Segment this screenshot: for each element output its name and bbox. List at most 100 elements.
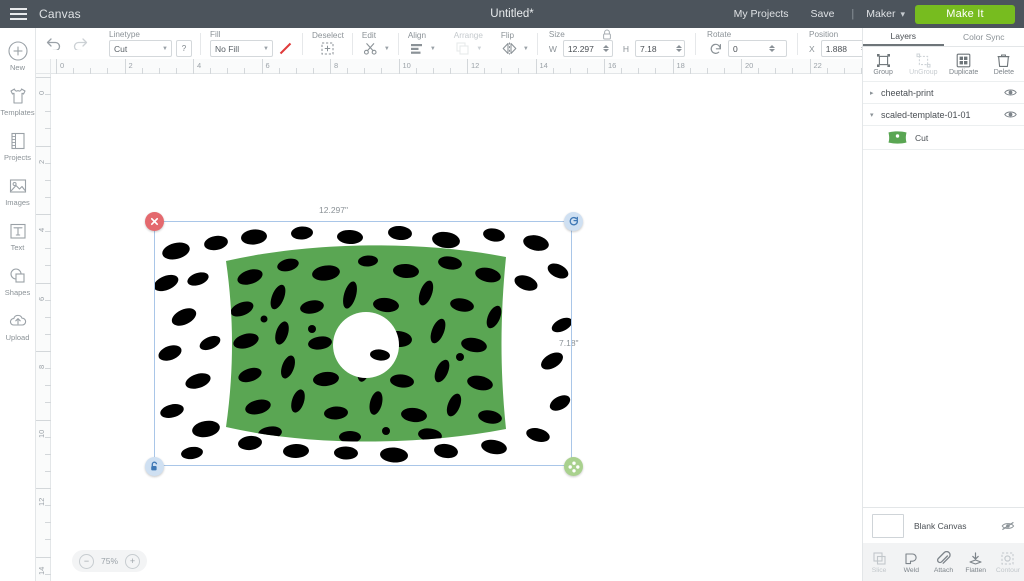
redo-arrow-icon[interactable] [72, 37, 88, 50]
linetype-help-icon[interactable]: ? [176, 40, 192, 57]
deselect-label: Deselect [312, 30, 344, 40]
hamburger-menu-icon[interactable] [0, 0, 36, 28]
ruler-corner [36, 59, 51, 74]
my-projects-link[interactable]: My Projects [723, 8, 800, 20]
selection-frame[interactable] [145, 212, 583, 476]
ruler-label: 2 [128, 61, 133, 70]
zoom-out-button[interactable]: − [79, 553, 94, 569]
bottom-tools: Slice Weld Attach Flatten Contour [863, 543, 1024, 581]
ruler-tick [36, 419, 51, 421]
sidebar-label-text: Text [10, 243, 25, 252]
machine-name: Maker [866, 8, 896, 20]
layer-twisty-icon[interactable]: ▾ [870, 111, 881, 119]
sidebar-item-templates[interactable]: Templates [0, 79, 35, 124]
sidebar-item-new[interactable]: New [0, 34, 35, 79]
size-lock-icon[interactable] [601, 29, 613, 40]
cut-layer-chip [887, 131, 908, 144]
undo-redo-group [36, 28, 100, 59]
rotate-stepper[interactable] [767, 45, 776, 52]
layer-name: cheetah-print [881, 87, 934, 98]
sidebar-item-projects[interactable]: Projects [0, 124, 35, 169]
flip-icon[interactable] [501, 41, 518, 57]
layer-twisty-icon[interactable]: ▸ [870, 89, 881, 97]
zoom-in-button[interactable]: + [125, 553, 141, 569]
width-stepper[interactable] [602, 45, 611, 52]
duplicate-button[interactable]: Duplicate [944, 47, 984, 81]
size-label: Size [548, 30, 565, 39]
machine-selector[interactable]: Maker ▾ [860, 8, 915, 20]
fill-select[interactable]: No Fill ▼ [210, 40, 273, 57]
rotate-field[interactable] [728, 40, 788, 57]
chevron-down-icon: ▼ [263, 45, 269, 52]
shapes-icon [9, 268, 25, 283]
ruler-tick [604, 59, 605, 74]
ruler-label: 4 [197, 61, 202, 70]
width-input[interactable] [567, 43, 602, 54]
ruler-label: 16 [608, 61, 617, 70]
rotate-icon[interactable] [707, 41, 724, 57]
position-x-input[interactable] [825, 43, 860, 54]
height-label: H [622, 43, 630, 54]
duplicate-icon [956, 53, 971, 67]
layer-row-cheetah-print[interactable]: ▸ cheetah-print [863, 82, 1024, 104]
delete-button[interactable]: Delete [984, 47, 1024, 81]
height-field[interactable] [635, 40, 686, 57]
chevron-down-icon[interactable]: ▼ [523, 46, 529, 52]
sidebar-item-upload[interactable]: Upload [0, 304, 35, 349]
attach-label: Attach [933, 566, 954, 574]
selection-delete-handle[interactable] [145, 212, 164, 231]
tab-color-sync[interactable]: Color Sync [944, 28, 1024, 46]
eye-icon[interactable] [1003, 110, 1017, 119]
align-icon[interactable] [408, 41, 425, 57]
linetype-select[interactable]: Cut ▼ [109, 40, 172, 57]
height-stepper[interactable] [674, 45, 683, 52]
flatten-label: Flatten [965, 566, 987, 574]
undo-arrow-icon[interactable] [46, 37, 62, 50]
chevron-down-icon[interactable]: ▼ [384, 46, 390, 52]
ruler-label: 14 [539, 61, 548, 70]
eye-icon[interactable] [1003, 88, 1017, 97]
ungroup-label: UnGroup [909, 68, 938, 76]
sidebar-item-text[interactable]: Text [0, 214, 35, 259]
align-group: Align ▼ [399, 28, 445, 59]
rotate-group: Rotate [696, 28, 799, 59]
weld-button[interactable]: Weld [895, 551, 927, 574]
selection-resize-handle[interactable] [564, 457, 583, 476]
selection-rotate-handle[interactable] [564, 212, 583, 231]
flatten-button[interactable]: Flatten [960, 551, 992, 574]
width-label: W [548, 43, 557, 54]
deselect-group: Deselect [303, 28, 353, 59]
ruler-tick [741, 59, 742, 74]
group-button[interactable]: Group [863, 47, 903, 81]
linetype-group: Linetype Cut ▼ ? [100, 28, 201, 59]
edit-scissors-icon[interactable] [362, 41, 379, 57]
blank-canvas-row[interactable]: Blank Canvas [863, 507, 1024, 543]
selection-unlock-handle[interactable] [145, 457, 164, 476]
width-field[interactable] [562, 40, 613, 57]
zoom-control[interactable]: − 75% + [72, 550, 148, 572]
sublayer-label: Cut [915, 132, 929, 143]
flip-label: Flip [500, 30, 515, 40]
no-fill-swatch-icon[interactable] [277, 41, 294, 56]
layer-sublayer-cut[interactable]: Cut [863, 126, 1024, 150]
make-it-button[interactable]: Make It [915, 4, 1015, 24]
canvas-board[interactable]: 12.297" 7.18" − 75% + [51, 74, 862, 581]
align-label: Align [407, 30, 427, 40]
ruler-tick [36, 282, 51, 284]
sidebar-item-images[interactable]: Images [0, 169, 35, 214]
sidebar-label-templates: Templates [0, 108, 35, 117]
layer-row-scaled-template[interactable]: ▾ scaled-template-01-01 [863, 104, 1024, 126]
attach-button[interactable]: Attach [927, 550, 959, 574]
height-input[interactable] [640, 43, 675, 54]
save-button[interactable]: Save [799, 8, 845, 20]
top-bar-right: My Projects Save | Maker ▾ Make It [723, 4, 1024, 24]
ruler-tick [330, 59, 331, 74]
tab-layers[interactable]: Layers [863, 28, 944, 46]
eye-hidden-icon[interactable] [1001, 521, 1015, 531]
deselect-marquee-icon[interactable] [319, 41, 336, 57]
chevron-down-icon[interactable]: ▼ [430, 46, 436, 52]
canvas-area[interactable]: 0 2 4 6 8 10 12 14 16 18 20 22 0 2 4 6 8 10 12 14 12.297" … [36, 59, 862, 581]
ruler-tick [535, 59, 537, 74]
rotate-input[interactable] [733, 43, 768, 54]
sidebar-item-shapes[interactable]: Shapes [0, 259, 35, 304]
